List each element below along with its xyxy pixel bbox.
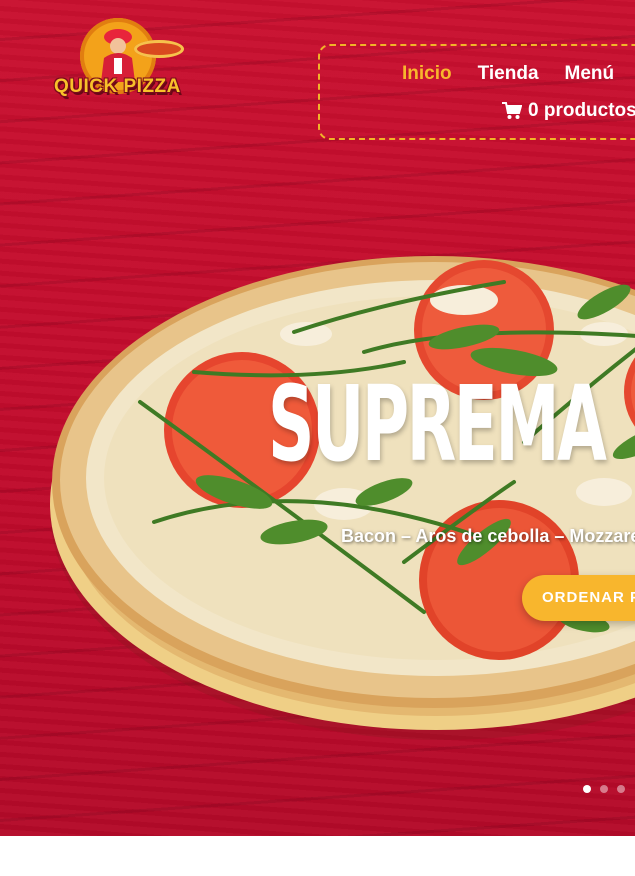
slider-pagination bbox=[583, 785, 625, 793]
nav-item-menu[interactable]: Menú bbox=[565, 63, 615, 85]
nav-item-inicio[interactable]: Inicio bbox=[402, 63, 452, 85]
slider-dot-2[interactable] bbox=[600, 785, 608, 793]
cart-link[interactable]: 0 productos bbox=[502, 100, 635, 122]
hero-title: SUPREMA bbox=[268, 363, 607, 485]
order-pizza-button-label: ORDENAR PIZZA bbox=[542, 589, 635, 606]
slider-dot-3[interactable] bbox=[617, 785, 625, 793]
shopping-cart-icon bbox=[502, 102, 522, 119]
nav-links: Inicio Tienda Menú bbox=[402, 63, 614, 85]
main-navigation: Inicio Tienda Menú 0 productos bbox=[318, 44, 635, 140]
chef-icon bbox=[101, 29, 135, 82]
slider-dot-1[interactable] bbox=[583, 785, 591, 793]
pizza-image bbox=[50, 256, 635, 740]
order-pizza-button[interactable]: ORDENAR PIZZA bbox=[522, 575, 635, 621]
pizza-tray-icon bbox=[134, 40, 184, 58]
logo-text: QUICK PIZZA bbox=[54, 76, 181, 97]
hero-subtitle: Bacon – Aros de cebolla – Mozzarella bbox=[341, 526, 635, 546]
quick-pizza-logo[interactable]: QUICK PIZZA bbox=[52, 14, 192, 114]
nav-item-tienda[interactable]: Tienda bbox=[478, 63, 539, 85]
hero-slider: QUICK PIZZA Inicio Tienda Menú 0 product… bbox=[0, 0, 635, 836]
cart-count-label: 0 productos bbox=[528, 100, 635, 121]
